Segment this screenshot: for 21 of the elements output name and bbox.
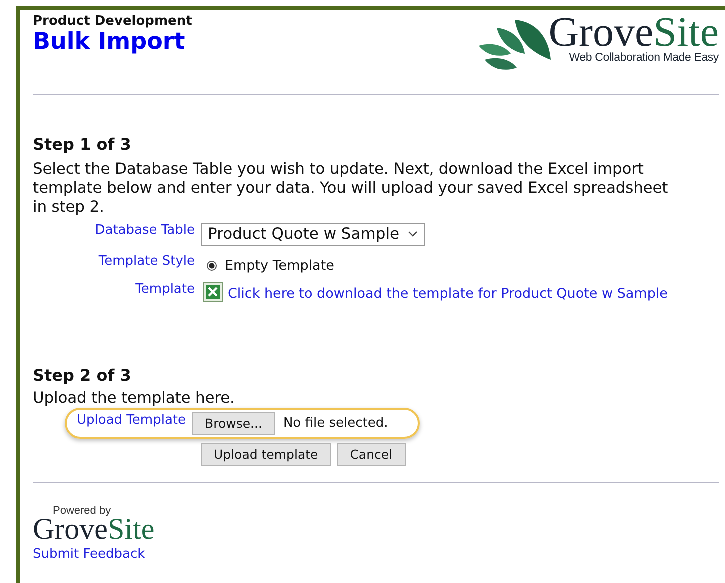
radio-label: Empty Template: [225, 258, 334, 274]
table-dropdown[interactable]: Product Quote w Sample: [201, 223, 425, 246]
field-label: Template: [134, 282, 196, 297]
step-heading: Step 1 of 3: [33, 135, 132, 154]
chevron-down-icon: [408, 231, 418, 237]
step-instructions: Select the Database Table you wish to update. Next, download the Excel import template below and enter your data. You will upload your saved Excel spreadsheet in step 2.: [33, 160, 670, 217]
feedback-link[interactable]: Submit Feedback: [33, 547, 146, 562]
field-label: Upload Template: [77, 413, 188, 428]
upload-button[interactable]: Upload template: [201, 443, 332, 466]
radio-button[interactable]: [207, 261, 217, 271]
cancel-button[interactable]: Cancel: [337, 443, 406, 466]
step-heading: Step 2 of 3: [33, 366, 132, 385]
download-template-link[interactable]: Click here to download the template for Product Quote w Sample: [228, 286, 668, 302]
spreadsheet-icon: [203, 282, 223, 302]
section-title: Product Development: [33, 14, 192, 29]
field-label: Database Table: [94, 223, 196, 238]
field-label: Template Style: [98, 254, 196, 269]
page-title: Bulk Import: [33, 29, 186, 55]
step-instructions: Upload the template here.: [33, 389, 236, 408]
file-status: No file selected.: [283, 416, 388, 431]
browse-button[interactable]: Browse...: [192, 412, 276, 435]
